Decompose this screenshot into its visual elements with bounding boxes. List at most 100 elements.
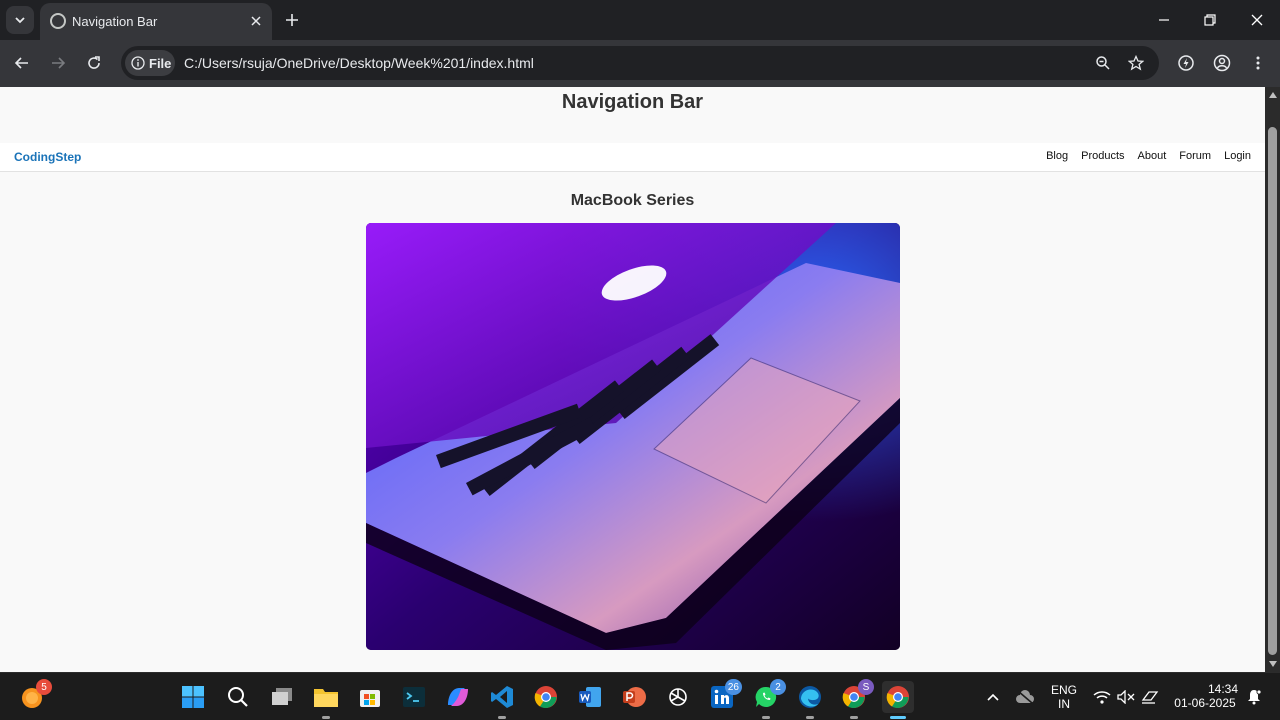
nav-links: Blog Products About Forum Login [1046,150,1251,162]
running-indicator [806,716,814,719]
running-indicator [850,716,858,719]
close-icon [251,16,261,26]
show-hidden-icons-button[interactable] [980,681,1006,713]
close-icon [1251,14,1263,26]
star-icon[interactable] [1124,51,1148,75]
taskbar-chatgpt[interactable] [662,681,694,713]
tab-active[interactable]: Navigation Bar [40,3,272,40]
input-language[interactable]: ENG IN [1046,683,1082,711]
close-tab-button[interactable] [246,11,266,31]
page-title: Navigation Bar [561,91,704,113]
nav-link-forum[interactable]: Forum [1179,150,1211,162]
edge-icon [799,686,821,708]
volume-status[interactable] [1114,681,1138,713]
scroll-down-button[interactable] [1265,656,1280,672]
menu-button[interactable] [1244,49,1272,77]
search-icon [228,687,248,707]
taskbar-chrome-1[interactable] [530,681,562,713]
clock[interactable]: 14:34 01-06-2025 [1168,682,1242,710]
chatgpt-icon [669,688,687,706]
caret-down-icon [1268,661,1277,667]
back-button[interactable] [8,49,36,77]
reload-button[interactable] [80,49,108,77]
chevron-down-icon [15,17,25,24]
plus-icon [286,14,298,26]
notification-bell-icon [1248,689,1262,705]
performance-button[interactable] [1172,49,1200,77]
taskbar-search-button[interactable] [222,681,254,713]
taskbar-powerpoint[interactable] [618,681,650,713]
windows-icon [182,686,204,708]
taskbar-chrome-active[interactable] [882,681,914,719]
chrome-icon [886,686,909,708]
running-indicator [890,716,906,719]
region-code: IN [1058,697,1070,711]
section-title: MacBook Series [570,192,695,209]
taskbar-whatsapp[interactable]: 2 [750,679,786,719]
copilot-icon [448,688,468,706]
site-info-chip[interactable]: File [125,50,175,76]
chip-label: File [149,55,172,71]
url-text[interactable]: C:/Users/rsuja/OneDrive/Desktop/Week%201… [184,55,534,71]
caret-up-icon [1268,92,1277,98]
nav-link-blog[interactable]: Blog [1046,150,1068,162]
taskbar-file-explorer[interactable] [310,681,342,719]
vertical-scrollbar[interactable] [1265,87,1280,672]
restore-icon [1204,14,1216,26]
address-bar[interactable]: File C:/Users/rsuja/OneDrive/Desktop/Wee… [121,46,1159,80]
task-view-button[interactable] [266,681,298,713]
taskbar-terminal[interactable] [398,681,430,713]
taskbar-vscode[interactable] [486,681,518,719]
taskbar-store[interactable] [354,681,386,713]
brand-logo[interactable]: CodingStep [14,150,81,164]
start-button[interactable] [177,681,209,713]
clock-date: 01-06-2025 [1174,696,1236,710]
browser-toolbar: File C:/Users/rsuja/OneDrive/Desktop/Wee… [0,40,1280,87]
cloud-offline-icon [1016,690,1034,704]
network-status[interactable] [1090,681,1114,713]
clock-time: 14:34 [1207,682,1238,696]
restore-button[interactable] [1187,0,1233,40]
store-icon [360,690,380,707]
taskbar-edge[interactable] [794,681,826,719]
chevron-up-icon [987,693,999,701]
account-icon [1213,54,1231,72]
nav-link-products[interactable]: Products [1081,150,1124,162]
minimize-button[interactable] [1141,0,1187,40]
taskbar-word[interactable] [574,681,606,713]
scrollbar-thumb[interactable] [1268,127,1277,655]
volume-muted-icon [1117,690,1135,704]
taskbar-chrome-profile[interactable]: S [838,679,874,719]
new-tab-button[interactable] [280,8,304,32]
more-vertical-icon [1256,56,1260,70]
forward-button[interactable] [44,49,72,77]
zoom-icon[interactable] [1091,51,1115,75]
notification-center-button[interactable] [1242,681,1266,713]
widgets-button[interactable]: 5 [16,679,52,713]
page-viewport: Navigation Bar CodingStep Blog Products … [0,87,1265,672]
tab-search-button[interactable] [6,6,34,34]
arrow-left-icon [14,57,28,69]
taskbar: 5 26 2 S ENG IN 14:34 01-06-2025 [0,672,1280,720]
nav-link-about[interactable]: About [1138,150,1167,162]
running-indicator [762,716,770,719]
macbook-illustration [366,223,900,650]
powerpoint-icon [623,687,646,707]
battery-status[interactable] [1138,681,1162,713]
chrome-icon [534,686,557,708]
arrow-right-icon [52,57,66,69]
tab-strip: Navigation Bar [0,0,1280,40]
taskbar-linkedin[interactable]: 26 [706,679,742,713]
onedrive-status[interactable] [1012,681,1038,713]
profile-button[interactable] [1208,49,1236,77]
close-window-button[interactable] [1234,0,1280,40]
taskbar-copilot[interactable] [442,681,474,713]
performance-icon [1178,55,1194,71]
battery-charging-icon [1141,691,1159,704]
scroll-up-button[interactable] [1265,87,1280,103]
navbar: CodingStep Blog Products About Forum Log… [0,143,1265,172]
running-indicator [322,716,330,719]
language-code: ENG [1050,683,1077,697]
nav-link-login[interactable]: Login [1224,150,1251,162]
terminal-icon [403,687,425,707]
